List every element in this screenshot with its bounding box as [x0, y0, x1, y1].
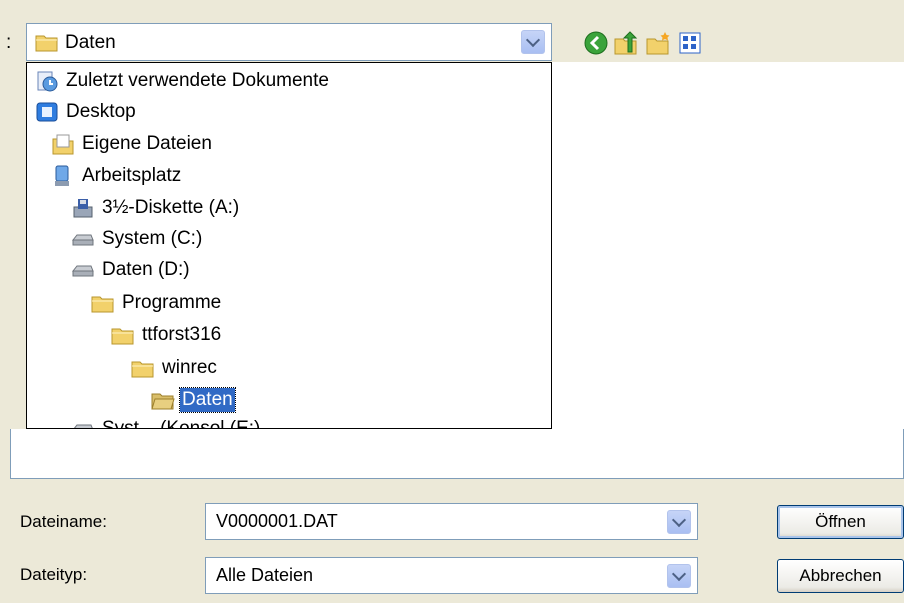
filename-label: Dateiname:	[20, 512, 107, 531]
location-winrec[interactable]: winrec	[131, 354, 219, 382]
up-folder-icon[interactable]	[613, 30, 639, 56]
location-partial-drive[interactable]: Syst... (Konsol (E:)	[71, 415, 262, 428]
filetype-label: Dateityp:	[20, 565, 88, 584]
location-programme[interactable]: Programme	[91, 289, 223, 317]
look-in-label: :	[6, 32, 12, 53]
location-floppy-a[interactable]: 3½-Diskette (A:)	[71, 194, 241, 222]
location-my-computer[interactable]: Arbeitsplatz	[51, 162, 183, 190]
new-folder-icon[interactable]	[645, 30, 671, 56]
filename-dropdown-button[interactable]	[667, 510, 691, 534]
folder-icon	[91, 296, 114, 313]
recent-documents-icon	[37, 71, 58, 92]
back-icon[interactable]	[583, 30, 609, 56]
filename-combobox[interactable]: V0000001.DAT	[205, 503, 698, 540]
look-in-dropdown-button[interactable]	[521, 30, 545, 54]
filetype-value: Alle Dateien	[216, 565, 314, 585]
location-daten-d[interactable]: Daten (D:)	[71, 256, 192, 284]
location-system-c[interactable]: System (C:)	[71, 225, 204, 253]
view-menu-icon[interactable]	[677, 30, 703, 56]
floppy-drive-icon	[73, 199, 93, 218]
file-list-area-bottom[interactable]	[10, 429, 904, 479]
desktop-icon	[36, 102, 58, 122]
look-in-combobox[interactable]: Daten	[26, 23, 552, 61]
cancel-button[interactable]: Abbrechen	[777, 559, 904, 593]
look-in-selected: Daten	[65, 32, 116, 53]
location-daten-selected[interactable]: Daten	[151, 386, 236, 414]
filetype-combobox[interactable]: Alle Dateien	[205, 557, 698, 594]
look-in-dropdown-list[interactable]: Zuletzt verwendete Dokumente Desktop Eig…	[26, 62, 552, 429]
location-recent-documents[interactable]: Zuletzt verwendete Dokumente	[35, 67, 331, 95]
hard-drive-icon	[71, 234, 94, 246]
open-button[interactable]: Öffnen	[777, 505, 904, 539]
folder-icon	[111, 328, 134, 345]
folder-icon	[35, 35, 58, 52]
hard-drive-icon	[71, 265, 94, 277]
location-desktop[interactable]: Desktop	[35, 98, 138, 126]
location-my-documents[interactable]: Eigene Dateien	[51, 130, 214, 158]
location-ttforst316[interactable]: ttforst316	[111, 321, 223, 349]
my-computer-icon	[55, 165, 69, 186]
hard-drive-icon	[73, 424, 93, 428]
filetype-dropdown-button[interactable]	[667, 564, 691, 588]
my-documents-icon	[52, 134, 74, 155]
filename-value[interactable]: V0000001.DAT	[216, 511, 338, 532]
open-folder-icon	[151, 393, 175, 410]
folder-icon	[131, 361, 154, 378]
file-list-area[interactable]	[552, 62, 904, 429]
